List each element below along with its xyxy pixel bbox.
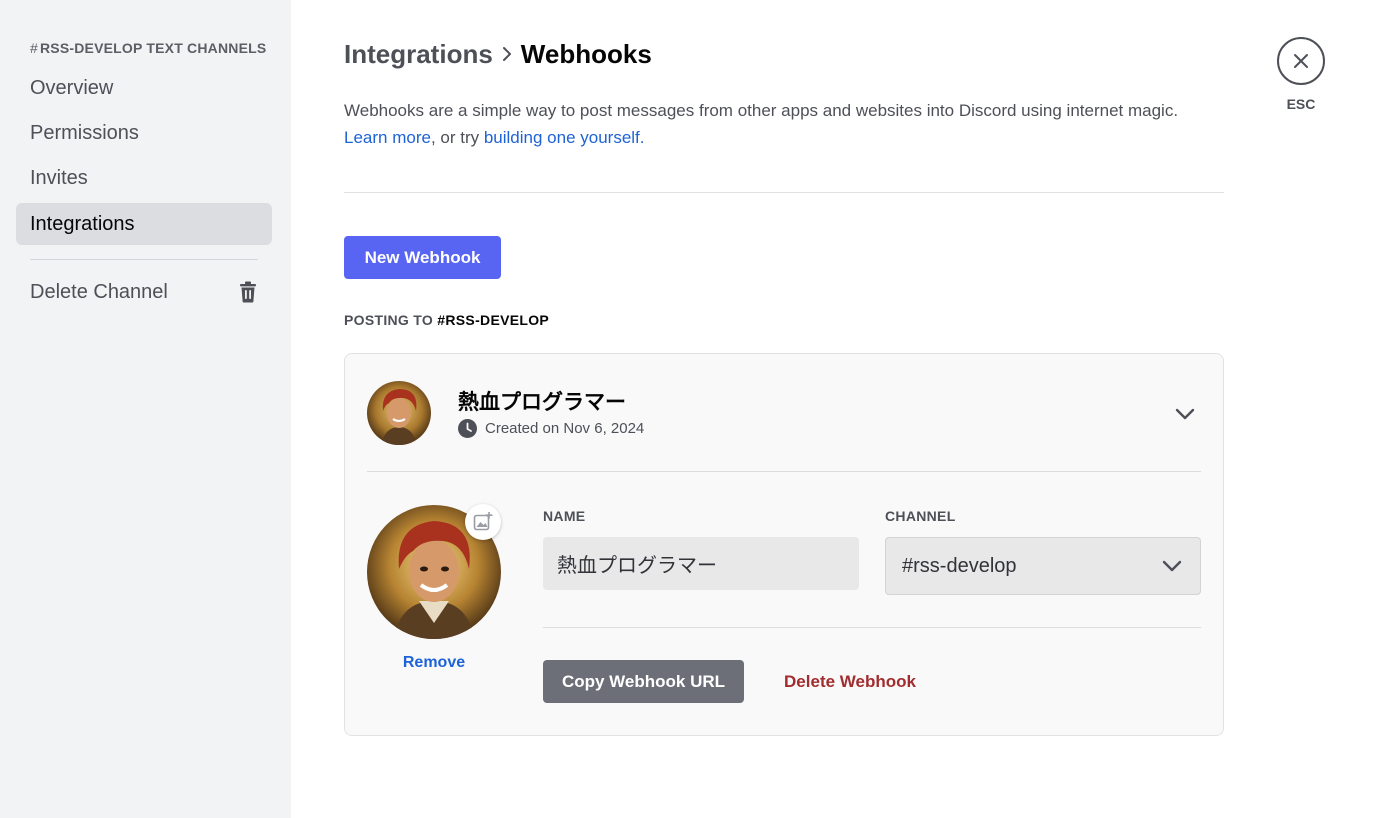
- trash-icon: [238, 281, 258, 303]
- webhook-created: Created on Nov 6, 2024: [458, 419, 644, 438]
- channel-label: CHANNEL: [885, 508, 956, 524]
- chevron-right-icon: [501, 45, 513, 63]
- chevron-down-icon: [1160, 554, 1184, 578]
- name-label: NAME: [543, 508, 586, 524]
- sidebar-divider: [30, 259, 258, 260]
- sidebar-header: # RSS-DEVELOP TEXT CHANNELS: [30, 40, 270, 56]
- delete-webhook-button[interactable]: Delete Webhook: [775, 660, 925, 703]
- sidebar-item-label: Permissions: [30, 121, 139, 144]
- description-text: Webhooks are a simple way to post messag…: [344, 101, 1179, 120]
- posting-to-heading: POSTING TO #RSS-DEVELOP: [344, 312, 549, 328]
- remove-avatar-link[interactable]: Remove: [367, 654, 501, 672]
- sidebar-item-delete-channel[interactable]: Delete Channel: [16, 271, 272, 313]
- breadcrumb-integrations[interactable]: Integrations: [344, 39, 493, 70]
- sidebar-item-label: Delete Channel: [30, 280, 168, 303]
- sidebar-item-permissions[interactable]: Permissions: [16, 112, 272, 154]
- main-content: Integrations Webhooks Webhooks are a sim…: [344, 0, 1224, 818]
- channel-select[interactable]: #rss-develop: [885, 537, 1201, 595]
- sidebar-header-label: RSS-DEVELOP TEXT CHANNELS: [40, 40, 267, 56]
- sidebar-item-integrations[interactable]: Integrations: [16, 203, 272, 245]
- description-connector: , or try: [430, 128, 484, 147]
- close-button[interactable]: [1277, 37, 1325, 85]
- section-divider: [344, 192, 1224, 193]
- channel-hash-icon: #: [30, 40, 38, 56]
- webhook-name-input[interactable]: [543, 537, 859, 590]
- webhook-name: 熱血プログラマー: [458, 391, 626, 414]
- posting-to-channel: #RSS-DEVELOP: [437, 312, 550, 328]
- upload-image-icon[interactable]: [465, 504, 501, 540]
- page-title: Webhooks: [520, 38, 652, 69]
- sidebar-item-invites[interactable]: Invites: [16, 157, 272, 199]
- posting-to-prefix: POSTING TO: [344, 312, 434, 328]
- esc-label: ESC: [1286, 96, 1316, 112]
- sidebar-item-label: Invites: [30, 166, 88, 189]
- webhook-avatar: [367, 381, 431, 445]
- webhook-created-text: Created on Nov 6, 2024: [485, 420, 645, 437]
- learn-more-link[interactable]: Learn more: [344, 128, 431, 147]
- sidebar-item-label: Overview: [30, 76, 114, 99]
- sidebar-item-overview[interactable]: Overview: [16, 67, 272, 109]
- build-one-link[interactable]: building one yourself.: [484, 128, 645, 147]
- sidebar-item-label: Integrations: [30, 212, 135, 235]
- clock-icon: [458, 419, 477, 438]
- channel-select-value: #rss-develop: [902, 554, 1017, 577]
- breadcrumb: Integrations Webhooks: [344, 38, 652, 70]
- chevron-down-icon[interactable]: [1173, 402, 1197, 426]
- new-webhook-button[interactable]: New Webhook: [344, 236, 501, 279]
- card-divider: [367, 471, 1201, 472]
- form-divider: [543, 627, 1201, 628]
- copy-webhook-url-button[interactable]: Copy Webhook URL: [543, 660, 744, 703]
- page-description: Webhooks are a simple way to post messag…: [344, 97, 1224, 151]
- close-icon: [1294, 54, 1308, 68]
- webhook-card: 熱血プログラマー Created on Nov 6, 2024 Remove N…: [344, 353, 1224, 736]
- settings-sidebar: # RSS-DEVELOP TEXT CHANNELS Overview Perm…: [0, 0, 291, 818]
